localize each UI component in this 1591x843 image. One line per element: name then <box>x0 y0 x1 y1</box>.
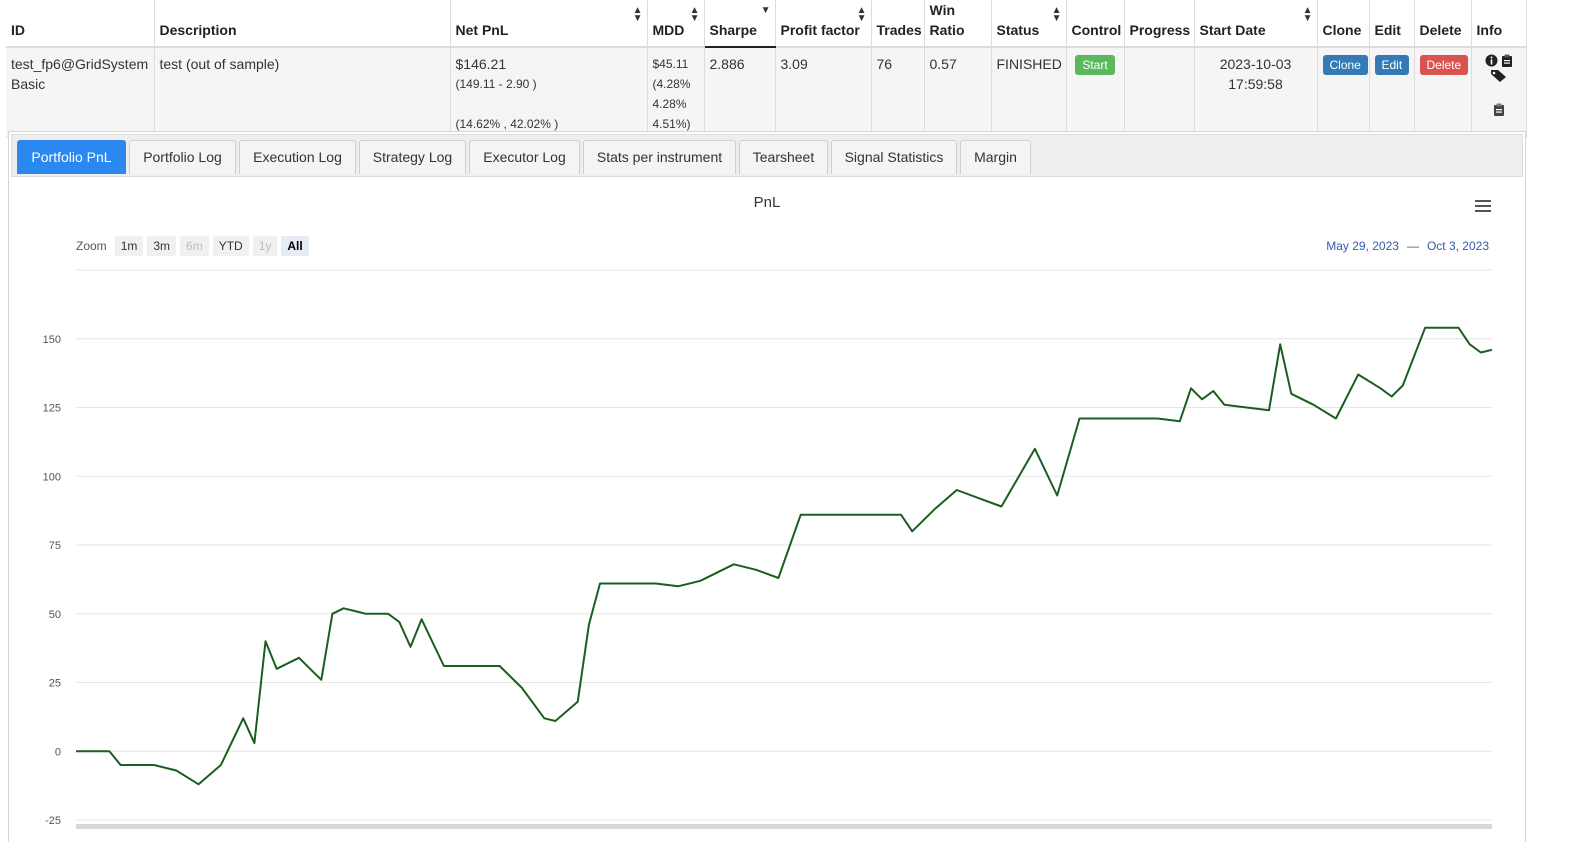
y-tick-label: 50 <box>49 609 61 621</box>
cell-win-ratio: 0.57 <box>924 47 992 138</box>
edit-button[interactable]: Edit <box>1374 55 1410 75</box>
delete-button[interactable]: Delete <box>1419 55 1469 75</box>
header-profit-factor[interactable]: Profit factor ▲ ▼ <box>775 0 872 48</box>
y-tick-label: 125 <box>43 403 61 415</box>
cell-edit: Edit <box>1369 47 1415 138</box>
tab-portfolio-log[interactable]: Portfolio Log <box>129 140 236 174</box>
clipboard-icon[interactable] <box>1493 103 1505 116</box>
results-panel: Portfolio PnL Portfolio Log Execution Lo… <box>8 131 1526 842</box>
cell-profit-factor: 3.09 <box>775 47 872 138</box>
table-header-row: ID Description Net PnL ▲ ▼ MDD ▲ ▼ Sharpe ▼ P… <box>6 0 1527 48</box>
cell-net-pnl: $146.21 (149.11 - 2.90 ) (14.62% , 42.02… <box>450 47 648 138</box>
cell-delete: Delete <box>1414 47 1472 138</box>
cell-clone: Clone <box>1317 47 1370 138</box>
cell-trades: 76 <box>871 47 925 138</box>
header-net-pnl[interactable]: Net PnL ▲ ▼ <box>450 0 648 48</box>
tab-margin[interactable]: Margin <box>960 140 1031 174</box>
cell-id: test_fp6@GridSystem Basic <box>6 47 155 138</box>
header-description: Description <box>154 0 451 48</box>
header-control: Control <box>1066 0 1125 48</box>
cell-start-date: 2023-10-03 17:59:58 <box>1194 47 1318 138</box>
y-tick-label: 150 <box>43 334 61 346</box>
cell-control: Start <box>1066 47 1125 138</box>
cell-sharpe: 2.886 <box>704 47 776 138</box>
pnl-series-line <box>76 326 1493 786</box>
cell-description: test (out of sample) <box>154 47 451 138</box>
header-start-date[interactable]: Start Date ▲ ▼ <box>1194 0 1318 48</box>
tab-signal-statistics[interactable]: Signal Statistics <box>831 140 957 174</box>
tab-bar: Portfolio PnL Portfolio Log Execution Lo… <box>11 134 1523 177</box>
y-tick-label: 25 <box>49 678 61 690</box>
y-tick-label: -25 <box>45 815 61 827</box>
tab-tearsheet[interactable]: Tearsheet <box>739 140 828 174</box>
cell-mdd: $45.11 (4.28% 4.28% 4.51%) <box>647 47 705 138</box>
backtest-table: ID Description Net PnL ▲ ▼ MDD ▲ ▼ Sharpe ▼ P… <box>6 0 1527 138</box>
cell-progress <box>1124 47 1195 138</box>
clone-button[interactable]: Clone <box>1322 55 1368 75</box>
info-icon[interactable] <box>1485 54 1498 67</box>
sort-icon[interactable]: ▲ ▼ <box>633 6 643 24</box>
sort-icon[interactable]: ▲ ▼ <box>1303 6 1313 24</box>
cell-status: FINISHED <box>991 47 1067 138</box>
y-tick-label: 0 <box>55 746 61 758</box>
tab-stats-per-instrument[interactable]: Stats per instrument <box>583 140 736 174</box>
y-tick-label: 100 <box>43 471 61 483</box>
tab-strategy-log[interactable]: Strategy Log <box>359 140 466 174</box>
sort-desc-icon[interactable]: ▼ <box>761 6 771 16</box>
sort-icon[interactable]: ▲ ▼ <box>690 6 700 24</box>
header-delete: Delete <box>1414 0 1472 48</box>
tab-portfolio-pnl[interactable]: Portfolio PnL <box>17 140 126 174</box>
header-edit: Edit <box>1369 0 1415 48</box>
header-trades: Trades <box>871 0 925 48</box>
header-mdd[interactable]: MDD ▲ ▼ <box>647 0 705 48</box>
sort-icon[interactable]: ▲ ▼ <box>857 6 867 24</box>
header-sharpe[interactable]: Sharpe ▼ <box>704 0 776 48</box>
y-tick-label: 75 <box>49 540 61 552</box>
cell-info <box>1471 47 1527 138</box>
tab-execution-log[interactable]: Execution Log <box>239 140 356 174</box>
header-status[interactable]: Status ▲ ▼ <box>991 0 1067 48</box>
header-info: Info <box>1471 0 1527 48</box>
sort-icon[interactable]: ▲ ▼ <box>1052 6 1062 24</box>
x-axis-strip <box>76 824 1492 829</box>
header-win-ratio: Win Ratio <box>924 0 992 48</box>
table-row: test_fp6@GridSystem Basic test (out of s… <box>6 47 1527 138</box>
header-id: ID <box>6 0 155 48</box>
start-button[interactable]: Start <box>1075 55 1115 75</box>
pnl-chart: PnL Zoom 1m 3m 6m YTD 1y All May 29, 202… <box>9 178 1525 843</box>
clipboard-icon[interactable] <box>1501 54 1513 67</box>
tag-icon[interactable] <box>1490 69 1508 83</box>
tab-executor-log[interactable]: Executor Log <box>469 140 580 174</box>
header-progress: Progress <box>1124 0 1195 48</box>
header-clone: Clone <box>1317 0 1370 48</box>
plot-area: -25 0 25 50 75 100 125 150 <box>43 269 1493 829</box>
